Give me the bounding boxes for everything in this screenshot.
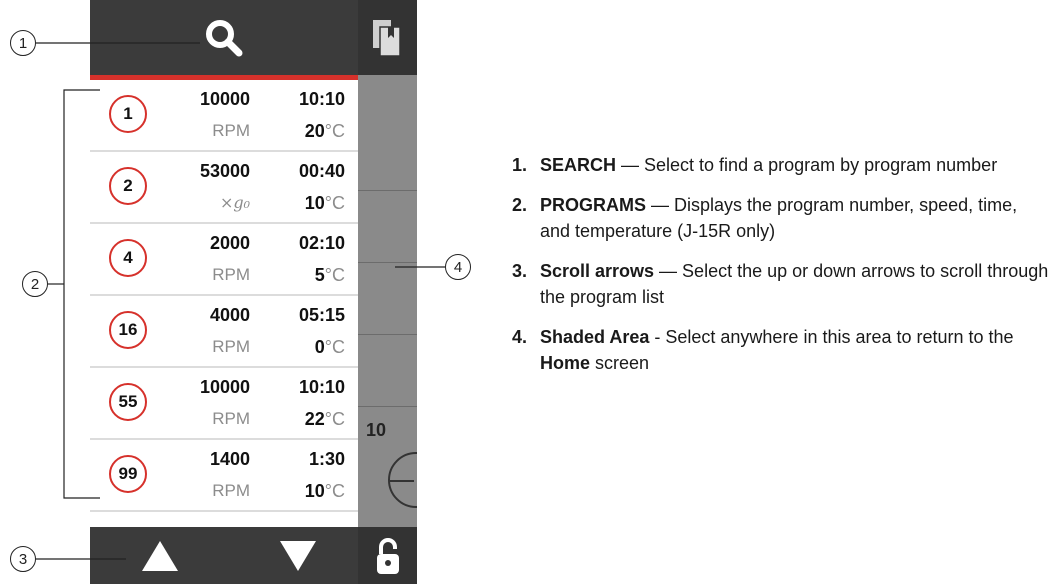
- dial-icon: [388, 452, 417, 508]
- lock-button[interactable]: [358, 527, 417, 584]
- program-temp: 0°C: [314, 337, 345, 357]
- program-number-badge: 1: [109, 95, 147, 133]
- program-row[interactable]: 2 53000 00:40 ×g₀ 10°C: [90, 152, 358, 224]
- program-speed: 4000: [209, 305, 250, 325]
- scroll-down-button[interactable]: [268, 535, 328, 577]
- legend-term: SEARCH: [540, 155, 617, 175]
- callout-2: 2: [22, 271, 48, 297]
- program-time: 05:15: [298, 305, 345, 325]
- program-row[interactable]: 16 4000 05:15 RPM 0°C: [90, 296, 358, 368]
- program-speed: 53000: [199, 161, 250, 181]
- program-temp: 10°C: [304, 481, 345, 501]
- legend-text: — Select to find a program by program nu…: [616, 155, 998, 175]
- program-number-badge: 2: [109, 167, 147, 205]
- program-time: 10:10: [298, 89, 345, 109]
- search-button[interactable]: [90, 0, 358, 75]
- program-temp: 20°C: [304, 121, 345, 141]
- program-speed: 1400: [209, 449, 250, 469]
- legend-item: 4. Shaded Area - Select anywhere in this…: [512, 324, 1052, 376]
- legend-list: 1. SEARCH — Select to find a program by …: [512, 152, 1052, 390]
- callout-4: 4: [445, 254, 471, 280]
- program-speed: 10000: [199, 89, 250, 109]
- shade-value: 10: [366, 420, 387, 440]
- scroll-up-button[interactable]: [130, 535, 190, 577]
- callout-1: 1: [10, 30, 36, 56]
- legend-term: Scroll arrows: [540, 261, 655, 281]
- program-temp: 10°C: [304, 193, 345, 213]
- program-speed: 10000: [199, 377, 250, 397]
- shaded-area[interactable]: 10: [358, 0, 417, 527]
- shade-divider: [358, 190, 417, 191]
- speed-unit: ×g₀: [219, 193, 250, 212]
- program-number-badge: 4: [109, 239, 147, 277]
- program-time: 00:40: [298, 161, 345, 181]
- callout-3: 3: [10, 546, 36, 572]
- speed-unit: RPM: [212, 121, 250, 140]
- program-number-badge: 16: [109, 311, 147, 349]
- arrow-down-icon: [280, 541, 316, 571]
- legend-text-end: screen: [590, 353, 650, 373]
- legend-text: - Select anywhere in this area to return…: [649, 327, 1014, 347]
- legend-term-home: Home: [540, 353, 591, 373]
- speed-unit: RPM: [212, 265, 250, 284]
- legend-item: 3. Scroll arrows — Select the up or down…: [512, 258, 1052, 310]
- program-time: 02:10: [298, 233, 345, 253]
- legend-number: 1.: [512, 155, 528, 175]
- program-number-badge: 55: [109, 383, 147, 421]
- shade-divider: [358, 406, 417, 407]
- scroll-bar: [90, 527, 358, 584]
- program-list: 1 10000 10:10 RPM 20°C 2 53000 00:40 ×g₀…: [90, 80, 358, 527]
- program-row[interactable]: 4 2000 02:10 RPM 5°C: [90, 224, 358, 296]
- shade-divider: [358, 334, 417, 335]
- program-row[interactable]: 55 10000 10:10 RPM 22°C: [90, 368, 358, 440]
- shade-divider: [358, 262, 417, 263]
- legend-item: 2. PROGRAMS — Displays the program numbe…: [512, 192, 1052, 244]
- legend-item: 1. SEARCH — Select to find a program by …: [512, 152, 1052, 178]
- speed-unit: RPM: [212, 337, 250, 356]
- program-number-badge: 99: [109, 455, 147, 493]
- speed-unit: RPM: [212, 409, 250, 428]
- search-icon: [206, 19, 243, 56]
- speed-unit: RPM: [212, 481, 250, 500]
- lock-open-icon: [376, 537, 399, 574]
- program-time: 10:10: [298, 377, 345, 397]
- arrow-up-icon: [142, 541, 178, 571]
- program-time: 1:30: [308, 449, 345, 469]
- program-row[interactable]: 99 1400 1:30 RPM 10°C: [90, 440, 358, 512]
- program-temp: 22°C: [304, 409, 345, 429]
- program-row[interactable]: 1 10000 10:10 RPM 20°C: [90, 80, 358, 152]
- copy-icon: [372, 19, 401, 57]
- legend-term: PROGRAMS: [540, 195, 647, 215]
- program-speed: 2000: [209, 233, 250, 253]
- legend-number: 3.: [512, 261, 528, 281]
- legend-number: 2.: [512, 195, 528, 215]
- device-screen: 10 1 10000 10:10 RPM 20°C 2 53000 00:40 …: [90, 0, 417, 584]
- legend-number: 4.: [512, 327, 528, 347]
- legend-term: Shaded Area: [540, 327, 650, 347]
- copy-button[interactable]: [358, 0, 417, 75]
- program-temp: 5°C: [314, 265, 345, 285]
